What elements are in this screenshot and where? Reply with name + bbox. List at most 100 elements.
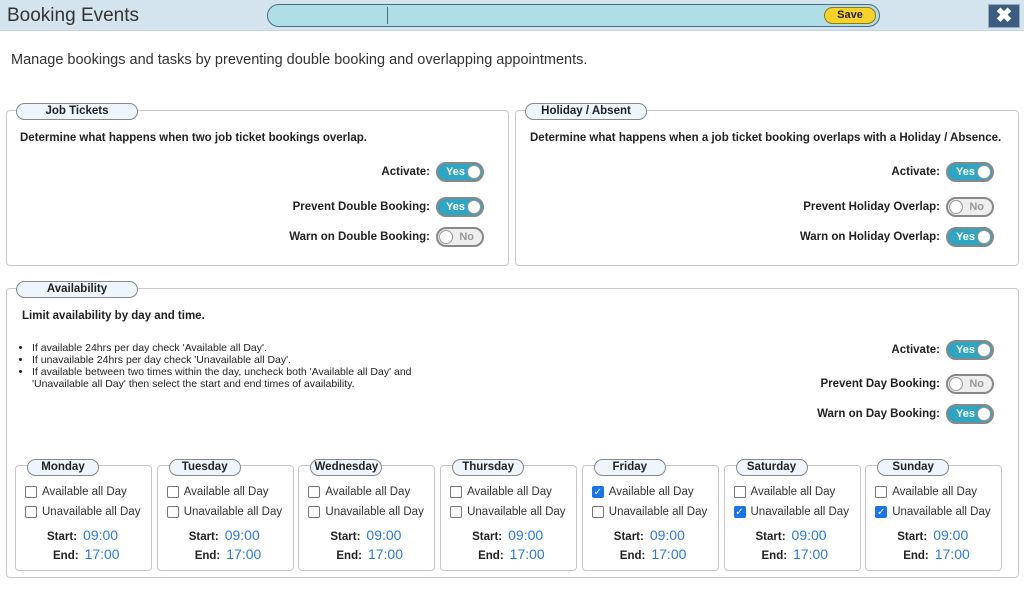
save-button[interactable]: Save bbox=[824, 7, 876, 24]
toggle-value: No bbox=[459, 231, 474, 243]
job-tickets-panel: Job Tickets Determine what happens when … bbox=[6, 103, 509, 266]
unavailable-all-day-checkbox[interactable]: Unavailable all Day bbox=[591, 506, 708, 518]
unavailable-all-day-checkbox[interactable]: ✓ Unavailable all Day bbox=[875, 506, 991, 518]
checkbox-icon[interactable] bbox=[450, 486, 463, 498]
toggle-knob bbox=[977, 230, 991, 244]
start-time-value[interactable]: 09:00 bbox=[650, 527, 685, 543]
toggle-row: Warn on Holiday Overlap: Yes bbox=[800, 227, 994, 247]
toggle-switch[interactable]: Yes bbox=[946, 162, 994, 182]
available-all-day-checkbox[interactable]: Available all Day bbox=[875, 486, 977, 498]
available-all-day-checkbox[interactable]: Available all Day bbox=[166, 486, 269, 498]
toggle-switch[interactable]: Yes bbox=[946, 227, 994, 247]
checkbox-icon[interactable]: ✓ bbox=[733, 506, 746, 518]
available-all-day-checkbox[interactable]: Available all Day bbox=[25, 486, 127, 498]
start-time-value[interactable]: 09:00 bbox=[83, 527, 118, 543]
start-time-value[interactable]: 09:00 bbox=[366, 527, 401, 543]
header-bar: Booking Events Save ✖ bbox=[0, 0, 1024, 31]
toggle-label: Prevent Day Booking: bbox=[820, 378, 941, 390]
checkbox-label: Available all Day bbox=[325, 486, 411, 498]
toggle-label: Warn on Holiday Overlap: bbox=[799, 231, 940, 243]
checkbox-label: Unavailable all Day bbox=[325, 506, 424, 518]
checkbox-label: Unavailable all Day bbox=[608, 506, 708, 518]
checkbox-label: Available all Day bbox=[42, 486, 127, 498]
day-legend: Tuesday bbox=[168, 459, 241, 476]
toggle-value: Yes bbox=[446, 201, 465, 213]
end-time-row: End: 17:00 bbox=[53, 546, 120, 562]
end-time-value[interactable]: 17:00 bbox=[368, 546, 403, 562]
start-time-row: Start: 09:00 bbox=[330, 527, 401, 543]
available-all-day-checkbox[interactable]: Available all Day bbox=[733, 486, 835, 498]
end-time-value[interactable]: 17:00 bbox=[510, 546, 545, 562]
toggle-knob bbox=[949, 377, 963, 391]
checkbox-icon[interactable] bbox=[25, 486, 37, 498]
checkbox-icon[interactable] bbox=[591, 506, 604, 518]
start-time-value[interactable]: 09:00 bbox=[933, 527, 968, 543]
toggle-row: Activate: Yes bbox=[891, 162, 994, 182]
checkbox-icon[interactable] bbox=[308, 486, 321, 498]
start-time-value[interactable]: 09:00 bbox=[225, 527, 260, 543]
day-box-thursday: Thursday Available all Day Unavailable a… bbox=[440, 459, 578, 571]
end-label: End: bbox=[478, 550, 504, 562]
toggle-value: No bbox=[969, 378, 984, 390]
day-legend: Friday bbox=[593, 459, 666, 476]
unavailable-all-day-checkbox[interactable]: Unavailable all Day bbox=[25, 506, 140, 518]
toggle-row: Prevent Day Booking: No bbox=[820, 374, 994, 394]
close-button[interactable]: ✖ bbox=[988, 4, 1020, 28]
search-input[interactable]: Save bbox=[267, 4, 880, 27]
checkbox-label: Available all Day bbox=[183, 486, 269, 498]
checkbox-icon[interactable] bbox=[450, 506, 463, 518]
toggle-row: Activate: Yes bbox=[381, 162, 484, 182]
toggle-knob bbox=[977, 407, 991, 421]
start-label: Start: bbox=[755, 531, 786, 543]
available-all-day-checkbox[interactable]: ✓ Available all Day bbox=[591, 486, 694, 498]
toggle-switch[interactable]: Yes bbox=[436, 162, 484, 182]
checkbox-label: Unavailable all Day bbox=[42, 506, 141, 518]
toggle-switch[interactable]: No bbox=[946, 197, 994, 217]
checkbox-icon[interactable] bbox=[308, 506, 321, 518]
toggle-switch[interactable]: No bbox=[436, 227, 484, 247]
unavailable-all-day-checkbox[interactable]: Unavailable all Day bbox=[450, 506, 566, 518]
day-legend: Wednesday bbox=[310, 459, 383, 476]
toggle-switch[interactable]: Yes bbox=[946, 340, 994, 360]
toggle-switch[interactable]: Yes bbox=[946, 404, 994, 424]
toggle-row: Prevent Holiday Overlap: No bbox=[803, 197, 994, 217]
available-all-day-checkbox[interactable]: Available all Day bbox=[450, 486, 552, 498]
start-time-value[interactable]: 09:00 bbox=[792, 527, 827, 543]
end-label: End: bbox=[761, 550, 788, 562]
start-time-row: Start: 09:00 bbox=[897, 527, 968, 543]
end-label: End: bbox=[336, 550, 362, 562]
day-box-wednesday: Wednesday Available all Day Unavailable … bbox=[298, 459, 436, 571]
unavailable-all-day-checkbox[interactable]: Unavailable all Day bbox=[166, 506, 282, 518]
start-time-row: Start: 09:00 bbox=[756, 527, 827, 543]
checkbox-icon[interactable] bbox=[166, 506, 179, 518]
checkbox-icon[interactable]: ✓ bbox=[591, 486, 604, 498]
end-time-value[interactable]: 17:00 bbox=[935, 546, 970, 562]
checkbox-icon[interactable]: ✓ bbox=[875, 506, 888, 518]
toggle-switch[interactable]: Yes bbox=[436, 197, 484, 217]
end-label: End: bbox=[619, 550, 646, 562]
available-all-day-checkbox[interactable]: Available all Day bbox=[308, 486, 410, 498]
toggle-row: Warn on Double Booking: No bbox=[289, 227, 484, 247]
toggle-row: Activate: Yes bbox=[891, 340, 994, 360]
checkbox-icon[interactable] bbox=[25, 506, 37, 518]
unavailable-all-day-checkbox[interactable]: Unavailable all Day bbox=[308, 506, 424, 518]
toggle-value: Yes bbox=[956, 166, 975, 178]
toggle-label: Prevent Holiday Overlap: bbox=[803, 201, 940, 213]
start-time-value[interactable]: 09:00 bbox=[508, 527, 543, 543]
toggle-switch[interactable]: No bbox=[946, 374, 994, 394]
text-caret bbox=[387, 7, 388, 24]
end-time-value[interactable]: 17:00 bbox=[793, 546, 828, 562]
toggle-knob bbox=[977, 343, 991, 357]
end-time-value[interactable]: 17:00 bbox=[226, 546, 261, 562]
end-time-row: End: 17:00 bbox=[195, 546, 262, 562]
checkbox-icon[interactable] bbox=[733, 486, 746, 498]
end-time-value[interactable]: 17:00 bbox=[651, 546, 686, 562]
end-time-value[interactable]: 17:00 bbox=[85, 546, 120, 562]
start-label: Start: bbox=[472, 531, 503, 543]
start-label: Start: bbox=[613, 531, 644, 543]
unavailable-all-day-checkbox[interactable]: ✓ Unavailable all Day bbox=[733, 506, 849, 518]
day-box-friday: Friday ✓ Available all Day Unavailable al… bbox=[581, 459, 719, 571]
checkbox-icon[interactable] bbox=[166, 486, 179, 498]
holiday-panel: Holiday / Absent Determine what happens … bbox=[515, 103, 1019, 266]
checkbox-icon[interactable] bbox=[875, 486, 888, 498]
